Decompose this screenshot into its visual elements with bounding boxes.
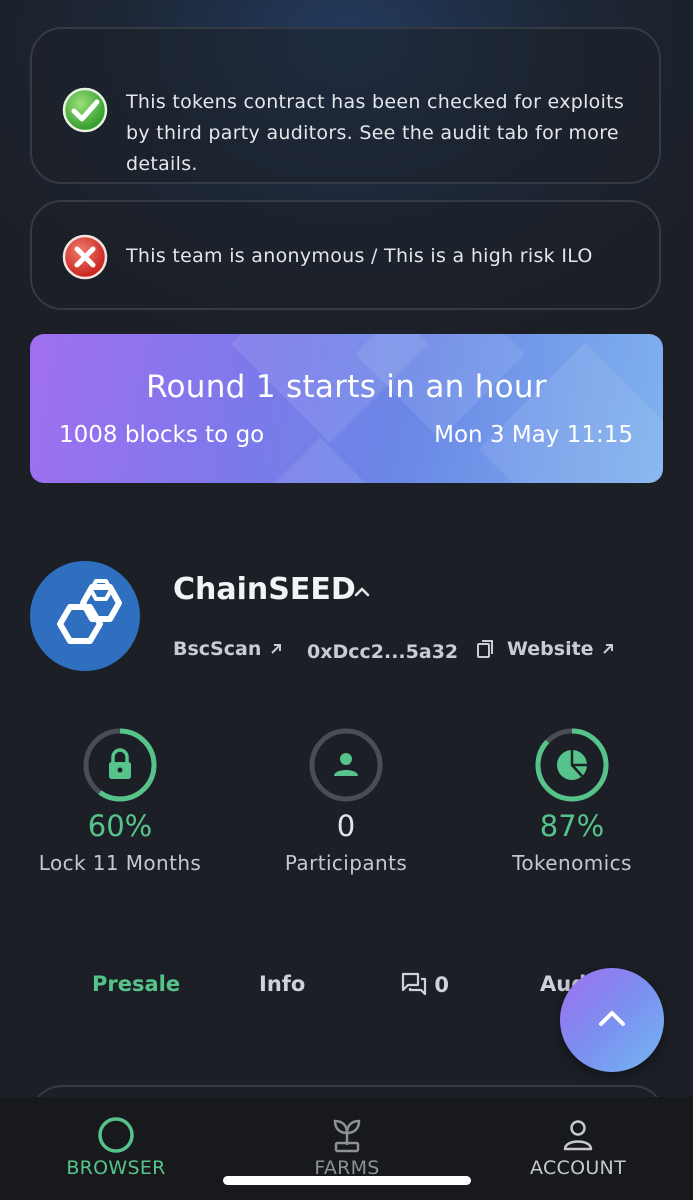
anonymous-notice-text: This team is anonymous / This is a high … [126, 245, 593, 267]
home-indicator [223, 1176, 471, 1185]
round-title: Round 1 starts in an hour [146, 369, 547, 405]
external-link-icon [271, 644, 281, 654]
nav-account[interactable]: ACCOUNT [488, 1115, 668, 1179]
token-name[interactable]: ChainSEED [173, 572, 356, 607]
pie-chart-icon [557, 750, 587, 780]
participants-label: Participants [284, 851, 408, 875]
contract-address[interactable]: 0xDcc2...5a32 [307, 638, 497, 663]
audit-notice-card: This tokens contract has been checked fo… [30, 27, 661, 184]
chevron-up-icon [599, 1011, 625, 1026]
stat-tokenomics[interactable]: 87% Tokenomics [472, 727, 672, 875]
website-link[interactable]: Website [507, 638, 616, 660]
stat-participants[interactable]: 0 Participants [246, 727, 446, 875]
nav-browser-label: BROWSER [66, 1157, 166, 1179]
lock-progress-ring [83, 728, 157, 802]
anonymous-notice-card: This team is anonymous / This is a high … [30, 200, 661, 310]
copy-icon[interactable] [475, 638, 497, 660]
external-link-icon [603, 644, 614, 654]
lock-percent: 60% [87, 809, 153, 843]
participants-ring [309, 728, 383, 802]
audit-notice-text: This tokens contract has been checked fo… [126, 91, 625, 175]
scroll-top-button[interactable] [560, 968, 664, 1072]
person-icon [334, 753, 358, 776]
comments-count: 0 [434, 973, 449, 997]
hexagon-chain-logo [57, 579, 122, 644]
blocks-remaining: 1008 blocks to go [59, 422, 265, 448]
tab-presale[interactable]: Presale [92, 972, 180, 996]
presale-page: This tokens contract has been checked fo… [0, 0, 693, 1200]
comments-icon [401, 972, 427, 996]
token-logo [30, 561, 140, 671]
nav-browser[interactable]: BROWSER [26, 1115, 206, 1179]
sprout-icon [333, 1119, 361, 1153]
lock-label: Lock 11 Months [38, 851, 202, 875]
website-label: Website [507, 638, 594, 660]
tokenomics-ring [535, 728, 609, 802]
tab-comments[interactable]: 0 [401, 972, 449, 997]
round-start-date: Mon 3 May 11:15 [434, 422, 633, 448]
chevron-up-icon[interactable] [352, 583, 372, 599]
stat-lock[interactable]: 60% Lock 11 Months [20, 727, 220, 875]
nav-farms[interactable]: FARMS [257, 1115, 437, 1179]
round-countdown-banner: Round 1 starts in an hour 1008 blocks to… [30, 334, 663, 483]
tokenomics-label: Tokenomics [512, 851, 632, 875]
tab-info[interactable]: Info [259, 972, 305, 996]
circle-icon [98, 1117, 134, 1153]
check-circle-icon [62, 87, 108, 133]
participants-count: 0 [336, 809, 356, 843]
tokenomics-percent: 87% [539, 809, 605, 843]
bscscan-label: BscScan [173, 638, 262, 660]
contract-address-label: 0xDcc2...5a32 [307, 641, 459, 663]
bscscan-link[interactable]: BscScan [173, 638, 284, 660]
user-icon [563, 1120, 593, 1151]
nav-account-label: ACCOUNT [530, 1157, 626, 1179]
x-circle-icon [62, 234, 108, 280]
lock-icon [109, 748, 131, 779]
